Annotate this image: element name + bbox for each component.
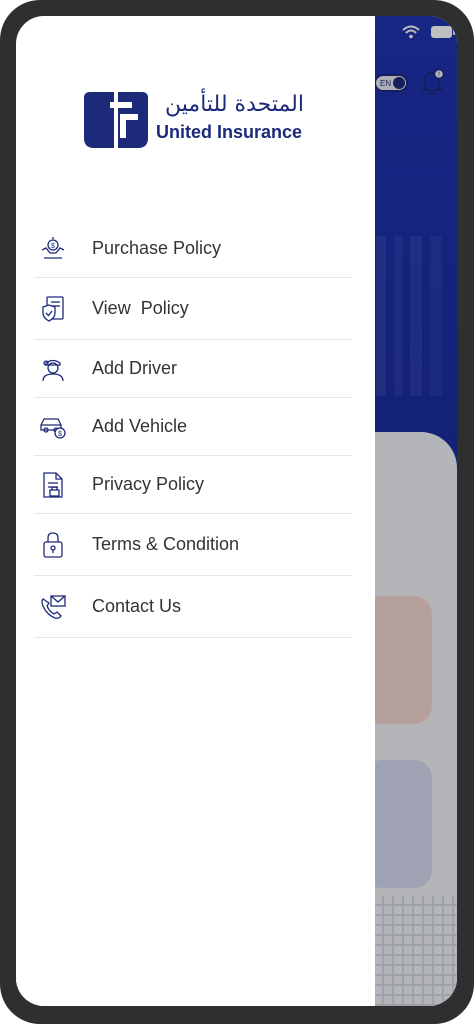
menu-item-label: View Policy [92, 298, 189, 318]
menu-item-add-driver[interactable]: Add Driver [34, 340, 351, 398]
driver-icon [38, 354, 68, 384]
phone-frame: EN ! المتحدة للتأمين United Insurance $ … [0, 0, 474, 1024]
svg-text:$: $ [51, 243, 55, 250]
menu-item-label: Add Vehicle [92, 416, 188, 436]
screen: EN ! المتحدة للتأمين United Insurance $ … [16, 16, 457, 1006]
menu-item-add-vehicle[interactable]: $ Add Vehicle [34, 398, 351, 456]
menu-item-label: Purchase Policy [92, 238, 222, 258]
brand-name-arabic: المتحدة للتأمين [165, 92, 304, 117]
menu-item-label: Privacy Policy [92, 474, 205, 494]
menu-item-privacy-policy[interactable]: Privacy Policy [34, 456, 351, 514]
policy-document-icon [38, 294, 68, 324]
drawer-menu: $ Purchase Policy View Policy Add Driver… [34, 220, 351, 638]
logo-mark-icon [84, 92, 148, 148]
menu-item-label: Add Driver [92, 358, 178, 378]
vehicle-icon: $ [38, 412, 68, 442]
menu-item-purchase-policy[interactable]: $ Purchase Policy [34, 220, 351, 278]
privacy-document-icon [38, 470, 68, 500]
brand-name-english: United Insurance [156, 122, 303, 142]
menu-item-view-policy[interactable]: View Policy [34, 278, 351, 340]
menu-item-label: Terms & Condition [92, 534, 240, 554]
menu-item-label: Contact Us [92, 596, 182, 616]
phone-mail-icon [38, 592, 68, 622]
brand-logo: المتحدة للتأمين United Insurance [84, 90, 304, 150]
menu-item-contact-us[interactable]: Contact Us [34, 576, 351, 638]
lock-icon [38, 530, 68, 560]
money-hand-icon: $ [38, 234, 68, 264]
svg-text:$: $ [58, 431, 62, 438]
menu-item-terms-condition[interactable]: Terms & Condition [34, 514, 351, 576]
navigation-drawer: المتحدة للتأمين United Insurance $ Purch… [16, 16, 375, 1006]
